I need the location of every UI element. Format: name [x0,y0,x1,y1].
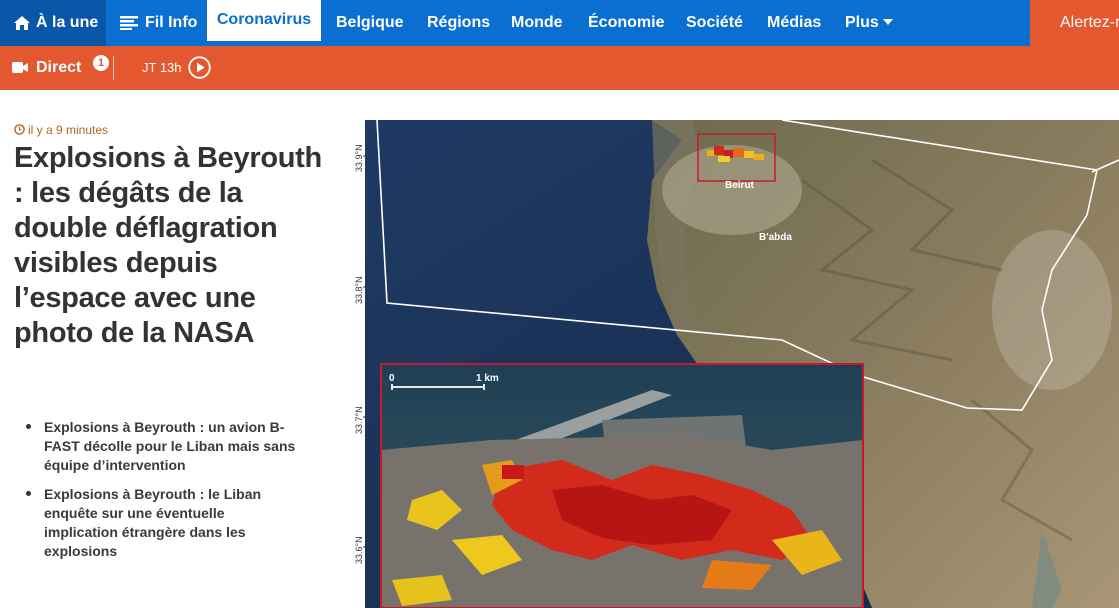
nav-belgique[interactable]: Belgique [336,0,404,46]
lat-label-33-6: 33.6°N [354,536,364,564]
related-article-item[interactable]: Explosions à Beyrouth : un avion B-FAST … [26,418,296,475]
nav-medias[interactable]: Médias [767,0,821,46]
lat-label-33-9: 33.9°N [354,144,364,172]
map-label-babda: B'abda [759,232,792,243]
article-headline[interactable]: Explosions à Beyrouth : les dégâts de la… [14,141,324,351]
list-icon [120,16,138,30]
scale-zero-label: 0 [389,373,395,384]
nasa-damage-map: Beirut B'abda 0 1 km 33.9°N 33.8°N 33.7°… [352,120,1119,608]
live-bar: Direct 1 JT 13h [0,46,1119,90]
home-icon [14,16,30,30]
nav-regions[interactable]: Régions [427,0,490,46]
related-articles: Explosions à Beyrouth : un avion B-FAST … [26,418,296,571]
map-label-beirut: Beirut [725,180,755,191]
nav-home-label: À la une [36,14,99,31]
nav-coronavirus[interactable]: Coronavirus [207,0,321,41]
video-camera-icon [12,62,28,73]
nav-fil-info-label: Fil Info [145,14,198,31]
nav-monde[interactable]: Monde [511,0,563,46]
scale-km-label: 1 km [476,373,499,384]
play-icon[interactable] [188,56,211,79]
lat-label-33-8: 33.8°N [354,276,364,304]
damage-inset-map: 0 1 km [380,363,864,608]
nav-economie[interactable]: Économie [588,0,664,46]
lat-label-33-7: 33.7°N [354,406,364,434]
jt-13h-link[interactable]: JT 13h [142,46,182,90]
nav-fil-info[interactable]: Fil Info [106,0,206,46]
nav-plus[interactable]: Plus [845,0,893,46]
clock-icon [14,124,25,135]
article-timestamp: il y a 9 minutes [14,123,108,137]
direct-label: Direct [36,59,82,76]
nav-plus-label: Plus [845,14,879,31]
main-nav: À la une Fil Info Coronavirus Belgique R… [0,0,1119,46]
nav-alert-button[interactable]: Alertez-nous [1030,0,1119,46]
caret-down-icon [882,19,893,25]
timestamp-text: il y a 9 minutes [28,123,109,137]
map-graphic: Beirut B'abda 0 1 km 33.9°N 33.8°N 33.7°… [352,120,1119,608]
related-article-item[interactable]: Explosions à Beyrouth : le Liban enquête… [26,485,296,561]
nav-societe[interactable]: Société [686,0,743,46]
subbar-divider [113,56,114,80]
direct-count-badge: 1 [93,55,109,71]
nav-home[interactable]: À la une [0,0,106,46]
